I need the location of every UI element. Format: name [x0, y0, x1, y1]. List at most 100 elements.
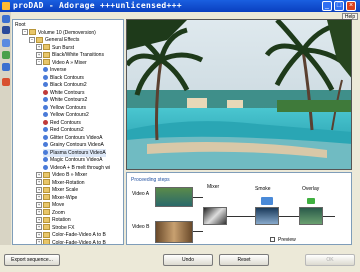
folder-icon — [43, 51, 50, 58]
folder-icon — [43, 201, 50, 208]
effect-icon — [43, 164, 48, 170]
expand-icon[interactable]: + — [36, 51, 42, 58]
folder-icon — [43, 59, 50, 66]
tree-item-label: Yellow Contours2 — [50, 112, 89, 118]
folder-icon — [43, 216, 50, 223]
preview-image — [126, 19, 352, 170]
tree-item-label: White Contours2 — [50, 97, 88, 103]
tree-item-label: Rotation — [52, 217, 71, 223]
tree-item-label: General Effects — [45, 37, 80, 43]
proceeding-steps-title: Proceeding steps — [131, 177, 170, 183]
collapse-icon[interactable]: − — [29, 36, 35, 43]
tree-item-label: Sun Burst — [52, 44, 74, 51]
tree-item-label: Volume 10 (Demoversion) — [38, 29, 96, 36]
expand-icon[interactable]: + — [36, 186, 42, 193]
effect-icon — [43, 82, 48, 88]
window-title: proDAD - Adorage +++unlicensed+++ — [13, 1, 182, 10]
close-button[interactable]: × — [346, 1, 356, 11]
smoke-icon — [261, 197, 273, 205]
folder-icon — [43, 194, 50, 201]
mixer-label: Mixer — [207, 184, 220, 190]
tree-item-label: Glitter Contours VideoA — [50, 134, 103, 141]
bottom-bar: Export sequence... Undo Reset OK — [0, 246, 360, 272]
collapse-icon[interactable]: − — [36, 59, 42, 66]
video-a-label: Video A — [132, 191, 150, 197]
grid-icon[interactable] — [2, 63, 10, 71]
folder-icon — [43, 186, 50, 193]
arrow-connector — [193, 231, 203, 232]
tree-item-label: White Contours — [50, 89, 85, 96]
tree-item-label: Mixer-Wipe — [52, 194, 78, 201]
ok-button[interactable]: OK — [305, 254, 355, 266]
tree-item-label: Red Contours — [50, 119, 81, 126]
expand-icon[interactable]: + — [36, 179, 42, 186]
tree-item-label: Color-Fade-Video A to B — [52, 239, 106, 245]
export-sequence-button[interactable]: Export sequence... — [4, 254, 60, 266]
effects-tree[interactable]: Root − Volume 10 (Demoversion) − General Eff… — [12, 19, 124, 245]
layers-icon[interactable] — [2, 51, 10, 59]
effect-icon — [43, 149, 48, 155]
tree-item-label: Yellow Contours — [50, 104, 86, 111]
minimize-button[interactable]: _ — [322, 1, 332, 11]
effect-icon — [43, 97, 48, 103]
video-b-thumbnail[interactable] — [155, 221, 193, 243]
overlay-label: Overlay — [302, 186, 320, 192]
film-icon[interactable] — [2, 39, 10, 47]
expand-icon[interactable]: + — [36, 171, 42, 178]
tree-item-label: Video B » Mixer — [52, 172, 88, 178]
tree-item-label: Grainy Contours VideoA — [50, 142, 104, 148]
expand-icon[interactable]: + — [36, 224, 42, 231]
expand-icon[interactable]: + — [36, 194, 42, 201]
expand-icon[interactable]: + — [36, 44, 42, 51]
effect-icon — [43, 119, 48, 125]
smoke-thumbnail[interactable] — [255, 207, 279, 225]
tree-item-label: Black Contours — [50, 74, 84, 81]
tree-item-label: Red Contours2 — [50, 127, 84, 133]
proceeding-steps-panel: Proceeding steps Video A Video B Mixer S… — [126, 172, 352, 245]
tree-item-label: Mixer-Rotation — [52, 179, 85, 186]
folder-icon — [43, 171, 50, 178]
tree-item[interactable]: + Color-Fade-Video A to B — [36, 239, 106, 245]
arrow-connector — [193, 197, 203, 198]
expand-icon[interactable]: + — [36, 239, 42, 244]
mixer-thumbnail[interactable] — [203, 207, 227, 225]
effect-icon — [43, 142, 48, 148]
effect-icon — [43, 112, 48, 118]
expand-icon[interactable]: + — [36, 209, 42, 216]
folder-icon — [36, 36, 43, 43]
folder-icon — [29, 29, 36, 36]
tree-item-label: Root — [15, 22, 26, 28]
tree-item-label: Inverse — [50, 67, 67, 73]
info-icon[interactable] — [2, 26, 10, 34]
tree-item-label: Black/White Transitions — [52, 52, 104, 58]
question-icon[interactable] — [2, 15, 10, 23]
title-bar: proDAD - Adorage +++unlicensed+++ _ □ × — [0, 0, 360, 12]
tree-item-label: Mixer Scale — [52, 187, 79, 193]
effect-icon — [43, 134, 48, 140]
expand-icon[interactable]: + — [36, 231, 42, 238]
effect-icon — [43, 67, 48, 73]
tree-item-label: VideoA + B melt through wi — [50, 164, 111, 171]
collapse-icon[interactable]: − — [22, 29, 28, 36]
tree-item-label: Video A » Mixer — [52, 59, 87, 66]
effect-icon — [43, 104, 48, 110]
maximize-button[interactable]: □ — [334, 1, 344, 11]
video-a-thumbnail[interactable] — [155, 187, 193, 207]
expand-icon[interactable]: + — [36, 216, 42, 223]
tree-item-label: Strobe FX — [52, 224, 75, 231]
preview-checkbox[interactable] — [270, 237, 275, 242]
app-icon — [2, 2, 10, 10]
tree-item-label: Plasma Contours VideoA — [50, 149, 106, 156]
effect-icon — [43, 74, 48, 80]
overlay-thumbnail[interactable] — [299, 207, 323, 225]
reset-button[interactable]: Reset — [219, 254, 269, 266]
expand-icon[interactable]: + — [36, 201, 42, 208]
tree-item-label: Move — [52, 202, 65, 208]
folder-icon — [43, 224, 50, 231]
star-icon[interactable] — [2, 78, 10, 86]
video-b-label: Video B — [132, 224, 150, 230]
undo-button[interactable]: Undo — [163, 254, 213, 266]
smoke-label: Smoke — [255, 186, 271, 192]
tree-item-label: Zoom — [52, 209, 65, 216]
effect-icon — [43, 89, 48, 95]
